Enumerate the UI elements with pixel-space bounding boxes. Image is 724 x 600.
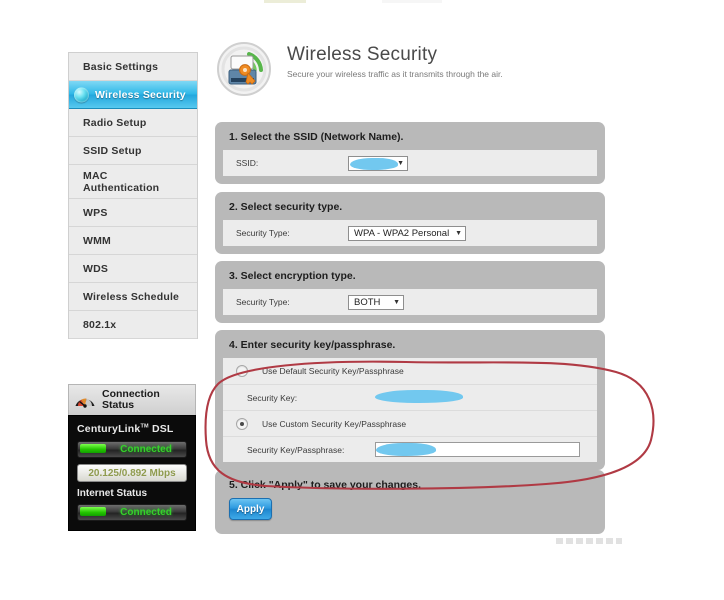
default-security-key-redaction (375, 390, 463, 403)
ssid-redaction (350, 157, 398, 170)
chevron-down-icon: ▼ (393, 298, 400, 306)
connection-status-panel: Connection Status CenturyLinkTM DSL Conne… (68, 384, 196, 531)
sidebar-item-label: WPS (83, 206, 108, 219)
section-security-type: 2. Select security type. Security Type: … (215, 192, 605, 254)
sidebar-item-label: Wireless Schedule (83, 290, 180, 303)
page-subtitle: Secure your wireless traffic as it trans… (287, 69, 503, 79)
page-title: Wireless Security (287, 44, 438, 65)
security-type-select[interactable]: WPA - WPA2 Personal ▼ (348, 225, 466, 241)
use-custom-key-label: Use Custom Security Key/Passphrase (262, 418, 407, 429)
encryption-type-label: Security Type: (236, 297, 290, 307)
connection-status-title: Connection Status (102, 388, 160, 411)
sidebar-item-ssid-setup[interactable]: SSID Setup (69, 137, 197, 165)
sidebar-item-label: Wireless Security (95, 88, 186, 101)
default-security-key-row: Security Key: (223, 384, 597, 410)
bottom-right-faint-text (556, 538, 622, 544)
custom-security-key-row: Security Key/Passphrase: (223, 436, 597, 462)
security-type-value: WPA - WPA2 Personal (354, 227, 450, 239)
sidebar-nav: Basic Settings Wireless Security Radio S… (68, 52, 198, 339)
sidebar-item-wireless-schedule[interactable]: Wireless Schedule (69, 283, 197, 311)
custom-security-key-input[interactable] (375, 442, 580, 457)
section-ssid: 1. Select the SSID (Network Name). SSID:… (215, 122, 605, 184)
brand-label: CenturyLinkTM DSL (77, 423, 174, 435)
default-security-key-label: Security Key: (247, 392, 298, 403)
page-header: Wireless Security Secure your wireless t… (215, 40, 503, 98)
sidebar-item-wps[interactable]: WPS (69, 199, 197, 227)
connection-speed-value: 20.125/0.892 Mbps (77, 464, 187, 482)
security-type-row: Security Type: WPA - WPA2 Personal ▼ (223, 220, 597, 246)
sidebar-item-label: MAC Authentication (83, 170, 160, 194)
use-custom-key-radio[interactable] (236, 417, 248, 430)
dsl-status-lamp-icon (80, 444, 106, 453)
sidebar-item-wmm[interactable]: WMM (69, 227, 197, 255)
use-default-key-label: Use Default Security Key/Passphrase (262, 366, 404, 376)
sidebar-item-basic-settings[interactable]: Basic Settings (69, 53, 197, 81)
section-security-key-title: 4. Enter security key/passphrase. (229, 339, 396, 351)
ssid-row: SSID: ▼ (223, 150, 597, 176)
security-type-label: Security Type: (236, 228, 290, 238)
sidebar-item-wds[interactable]: WDS (69, 255, 197, 283)
top-crop-artifact-left (264, 0, 306, 3)
connection-status-body: CenturyLinkTM DSL Connected 20.125/0.892… (68, 415, 196, 531)
sidebar-item-wireless-security[interactable]: Wireless Security (69, 81, 197, 109)
sidebar-item-label: SSID Setup (83, 144, 142, 157)
connection-status-header: Connection Status (68, 384, 196, 415)
sidebar-item-label: 802.1x (83, 318, 117, 331)
encryption-type-select[interactable]: BOTH ▼ (348, 294, 404, 310)
internet-status-text: Connected (120, 507, 172, 518)
internet-status-lamp-icon (80, 507, 106, 516)
gauge-icon (73, 388, 97, 412)
top-crop-artifact-right (382, 0, 442, 3)
active-indicator-orb-icon (74, 87, 89, 102)
dsl-status-bar: Connected (77, 441, 187, 458)
chevron-down-icon: ▼ (397, 159, 404, 167)
default-security-key-value (375, 390, 525, 405)
section-apply-title: 5. Click "Apply" to save your changes. (229, 479, 422, 491)
use-custom-key-row[interactable]: Use Custom Security Key/Passphrase (223, 410, 597, 436)
internet-status-label: Internet Status (77, 488, 148, 499)
section-apply: 5. Click "Apply" to save your changes. A… (215, 470, 605, 534)
chevron-down-icon: ▼ (455, 229, 462, 237)
sidebar-item-802-1x[interactable]: 802.1x (69, 311, 197, 339)
sidebar-item-mac-authentication[interactable]: MAC Authentication (69, 165, 197, 199)
section-security-key: 4. Enter security key/passphrase. Use De… (215, 330, 605, 470)
dsl-status-text: Connected (120, 444, 172, 455)
use-default-key-row[interactable]: Use Default Security Key/Passphrase (223, 358, 597, 384)
sidebar-item-label: Basic Settings (83, 60, 159, 73)
section-security-type-title: 2. Select security type. (229, 201, 343, 213)
encryption-type-value: BOTH (354, 296, 381, 308)
custom-security-key-redaction (376, 443, 436, 456)
use-default-key-radio[interactable] (236, 365, 248, 377)
ssid-select[interactable]: ▼ (348, 155, 408, 171)
sidebar-item-radio-setup[interactable]: Radio Setup (69, 109, 197, 137)
section-encryption-type-title: 3. Select encryption type. (229, 270, 356, 282)
sidebar-item-label: WMM (83, 234, 112, 247)
section-ssid-title: 1. Select the SSID (Network Name). (229, 131, 404, 143)
sidebar-item-label: WDS (83, 262, 109, 275)
router-admin-page: Basic Settings Wireless Security Radio S… (0, 0, 724, 600)
sidebar-item-label: Radio Setup (83, 116, 147, 129)
ssid-label: SSID: (236, 158, 259, 168)
custom-security-key-label: Security Key/Passphrase: (247, 444, 345, 455)
section-encryption-type: 3. Select encryption type. Security Type… (215, 261, 605, 323)
internet-status-bar: Connected (77, 504, 187, 521)
encryption-type-row: Security Type: BOTH ▼ (223, 289, 597, 315)
wireless-security-icon (215, 40, 273, 98)
apply-button[interactable]: Apply (229, 498, 272, 520)
